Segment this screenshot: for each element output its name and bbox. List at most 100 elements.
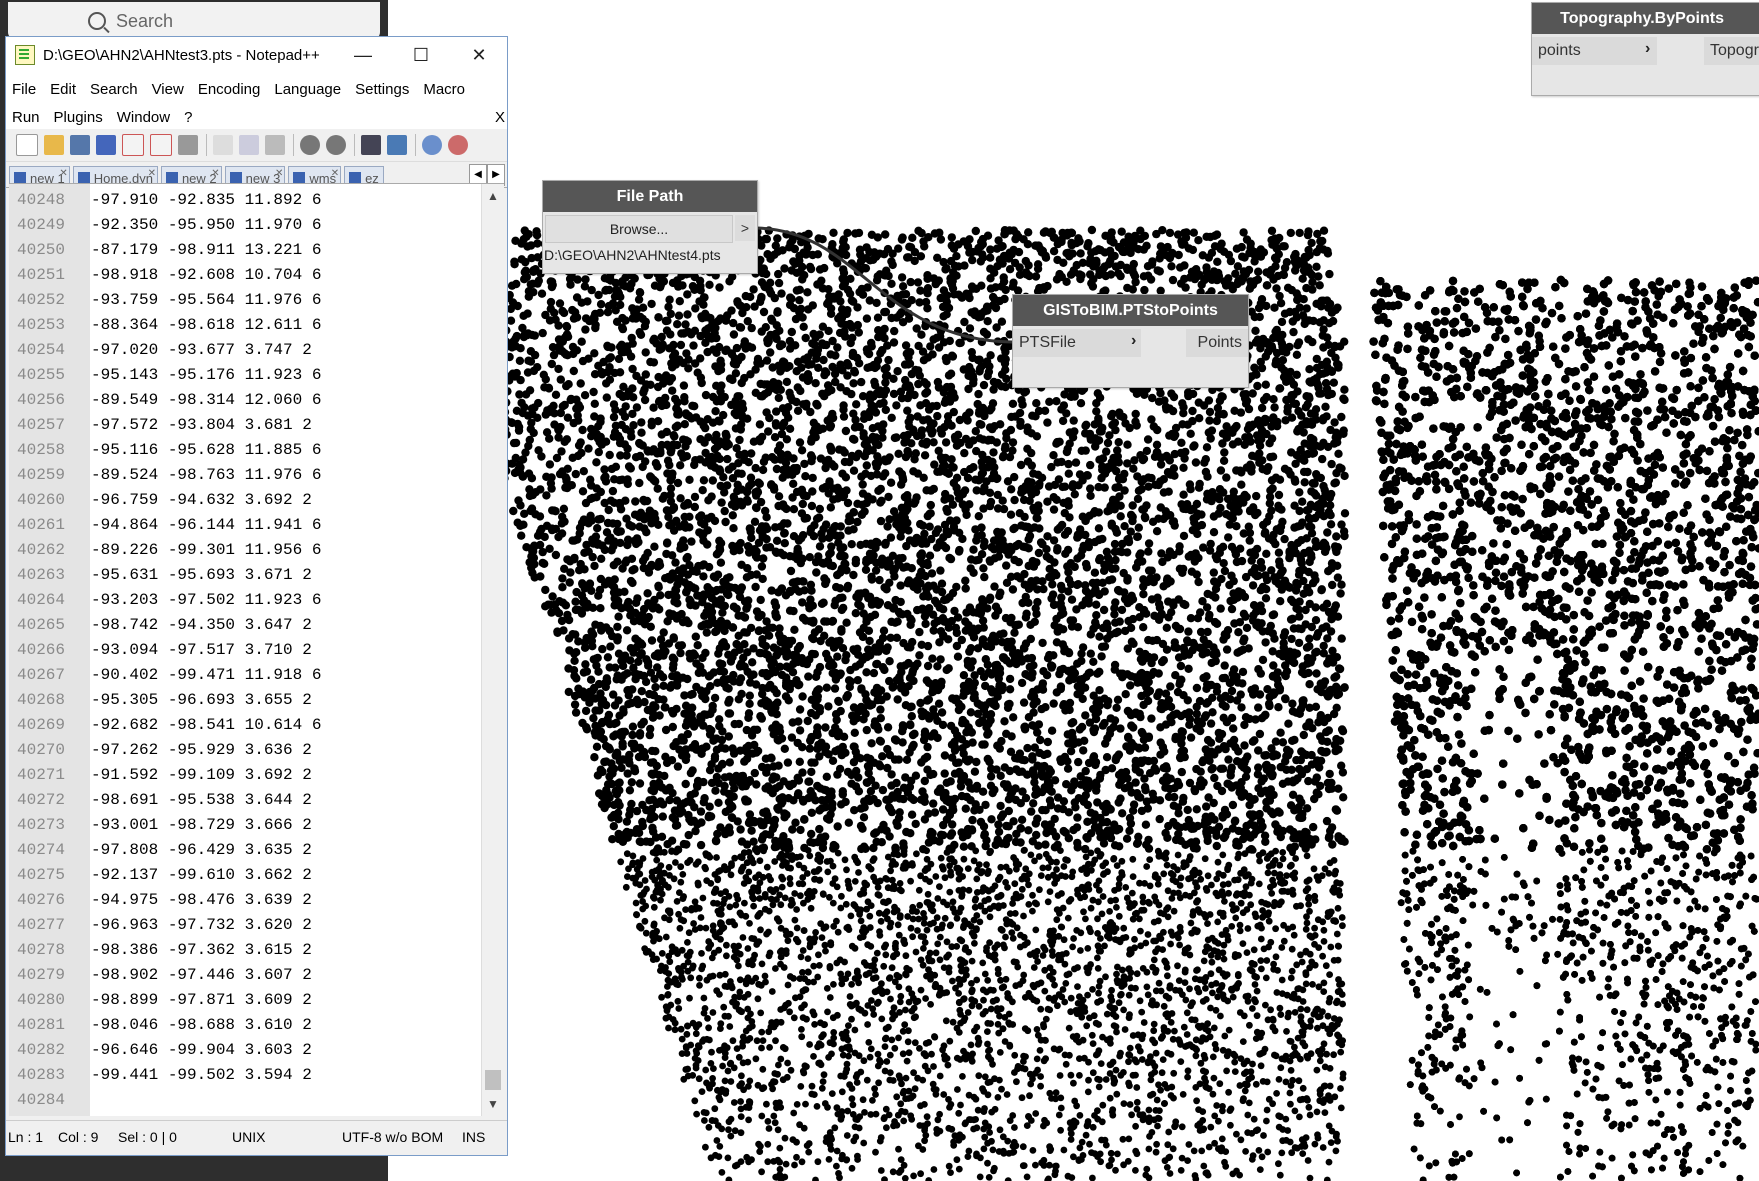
cloud-point (1032, 1161, 1039, 1169)
cloud-point (1126, 681, 1135, 690)
cloud-point (838, 892, 845, 900)
cloud-point (1196, 767, 1205, 776)
cloud-point (1272, 925, 1279, 933)
cloud-point (987, 1020, 994, 1027)
cloud-point (1095, 989, 1102, 997)
cloud-point (1255, 880, 1263, 888)
cloud-point (744, 990, 752, 998)
cloud-point (661, 725, 671, 735)
cloud-point (838, 469, 847, 478)
cloud-point (980, 996, 987, 1004)
cloud-point (1084, 669, 1093, 678)
cloud-point (1194, 577, 1203, 587)
cloud-point (1055, 669, 1064, 679)
cloud-point (831, 875, 839, 882)
cloud-point (1089, 1069, 1097, 1077)
cloud-point (1070, 1079, 1077, 1087)
cloud-point (1026, 1092, 1033, 1100)
cloud-point (1244, 997, 1252, 1005)
cloud-point (1099, 605, 1109, 615)
cloud-point (1193, 529, 1202, 539)
cloud-point (1120, 1006, 1127, 1014)
cloud-point (1222, 1162, 1230, 1170)
cloud-point (782, 377, 792, 387)
cloud-point (936, 566, 945, 575)
cloud-point (808, 473, 817, 483)
cloud-point (602, 379, 611, 388)
cloud-point (1076, 1072, 1083, 1079)
cloud-point (1003, 1091, 1011, 1098)
cloud-point (1329, 887, 1337, 895)
cloud-point (1156, 503, 1166, 512)
cloud-point (1216, 604, 1225, 613)
cloud-point (828, 1090, 836, 1097)
cloud-point (930, 1166, 938, 1173)
cloud-point (887, 279, 896, 288)
cloud-point (641, 348, 650, 357)
cloud-point (1334, 832, 1343, 841)
cloud-point (699, 894, 707, 902)
cloud-point (898, 233, 907, 242)
cloud-point (1123, 440, 1132, 449)
cloud-point (945, 1124, 953, 1132)
cloud-point (1274, 490, 1284, 500)
cloud-point (711, 407, 720, 416)
cloud-point (1258, 655, 1268, 665)
cloud-point (759, 307, 769, 317)
cloud-point (1264, 1148, 1272, 1156)
cloud-point (772, 965, 779, 972)
cloud-point (614, 601, 623, 610)
cloud-point (1144, 991, 1152, 999)
cloud-point (1128, 501, 1137, 510)
cloud-point (1239, 1038, 1247, 1045)
cloud-point (627, 333, 636, 343)
cloud-point (713, 854, 720, 861)
cloud-point (766, 1044, 773, 1051)
cloud-point (1228, 800, 1238, 810)
cloud-point (920, 945, 927, 952)
cloud-point (773, 234, 782, 243)
cloud-point (1217, 1012, 1224, 1020)
cloud-point (1262, 549, 1271, 558)
cloud-point (940, 1091, 948, 1098)
cloud-point (1190, 1147, 1198, 1155)
cloud-point (870, 1011, 878, 1018)
cloud-point (797, 953, 805, 961)
cloud-point (766, 254, 775, 263)
cloud-point (1328, 646, 1337, 655)
cloud-point (1006, 510, 1016, 519)
cloud-point (666, 484, 676, 493)
cloud-point (1009, 934, 1017, 942)
cloud-point (1069, 943, 1076, 951)
cloud-point (772, 1037, 779, 1045)
cloud-point (697, 914, 705, 921)
cloud-point (1146, 856, 1154, 863)
cloud-point (981, 1073, 989, 1081)
cloud-point (1064, 501, 1073, 510)
cloud-point (570, 656, 579, 665)
cloud-point (1216, 466, 1226, 475)
cloud-point (590, 753, 599, 762)
cloud-point (1255, 729, 1265, 739)
cloud-point (993, 996, 1000, 1004)
cloud-point (1133, 532, 1142, 542)
cloud-point (946, 777, 955, 786)
cloud-point (995, 630, 1005, 639)
cloud-point (696, 974, 703, 982)
cloud-point (551, 390, 561, 399)
cloud-point (797, 853, 804, 860)
cloud-point (989, 448, 998, 457)
cloud-point (981, 897, 989, 905)
cloud-point (1193, 1097, 1200, 1105)
cloud-point (1139, 623, 1148, 632)
cloud-point (1206, 719, 1216, 728)
cloud-point (1204, 872, 1212, 880)
cloud-point (1252, 491, 1261, 501)
cloud-point (843, 866, 850, 874)
cloud-point (893, 695, 902, 704)
cloud-point (1311, 932, 1319, 939)
cloud-point (1251, 972, 1259, 980)
cloud-point (904, 913, 912, 920)
cloud-point (1327, 1139, 1335, 1146)
cloud-point (1126, 1101, 1134, 1108)
